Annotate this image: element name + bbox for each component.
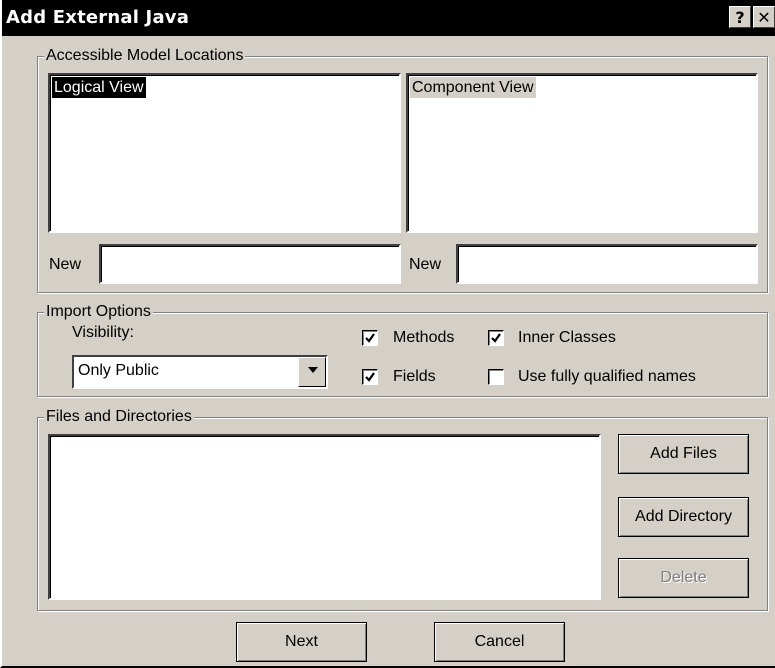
methods-label: Methods — [393, 329, 455, 346]
methods-checkbox[interactable] — [362, 330, 378, 346]
chevron-down-icon[interactable] — [298, 357, 326, 387]
inner-classes-checkbox[interactable] — [488, 330, 504, 346]
list-item[interactable]: Logical View — [52, 77, 146, 98]
inner-classes-label: Inner Classes — [518, 329, 616, 346]
add-files-button[interactable]: Add Files — [618, 434, 749, 474]
visibility-value: Only Public — [78, 362, 159, 379]
fully-qualified-label: Use fully qualified names — [518, 368, 696, 385]
import-options-legend: Import Options — [44, 302, 153, 322]
list-item[interactable]: Component View — [410, 77, 536, 98]
visibility-select[interactable]: Only Public — [72, 355, 328, 389]
files-list[interactable] — [48, 434, 601, 600]
next-button[interactable]: Next — [236, 622, 367, 662]
visibility-label: Visibility: — [72, 324, 134, 341]
help-icon[interactable]: ? — [729, 6, 751, 28]
fields-checkbox[interactable] — [362, 369, 378, 385]
add-directory-button[interactable]: Add Directory — [618, 497, 749, 537]
accessible-model-locations-legend: Accessible Model Locations — [44, 46, 246, 66]
new-left-label: New — [49, 256, 82, 273]
files-and-directories-legend: Files and Directories — [44, 407, 194, 427]
logical-view-list[interactable]: Logical View — [48, 73, 401, 233]
close-icon[interactable]: ✕ — [753, 6, 775, 28]
title-bar[interactable]: Add External Java ? ✕ — [2, 0, 775, 36]
new-right-label: New — [409, 256, 442, 273]
fully-qualified-checkbox[interactable] — [488, 369, 504, 385]
add-external-java-dialog: Add External Java ? ✕ Accessible Model L… — [0, 0, 775, 668]
component-view-list[interactable]: Component View — [406, 73, 758, 233]
delete-button[interactable]: Delete — [618, 558, 749, 598]
cancel-button[interactable]: Cancel — [434, 622, 565, 662]
new-left-input[interactable] — [99, 244, 401, 284]
window-title: Add External Java — [6, 7, 190, 28]
fields-label: Fields — [393, 368, 436, 385]
new-right-input[interactable] — [456, 244, 758, 284]
